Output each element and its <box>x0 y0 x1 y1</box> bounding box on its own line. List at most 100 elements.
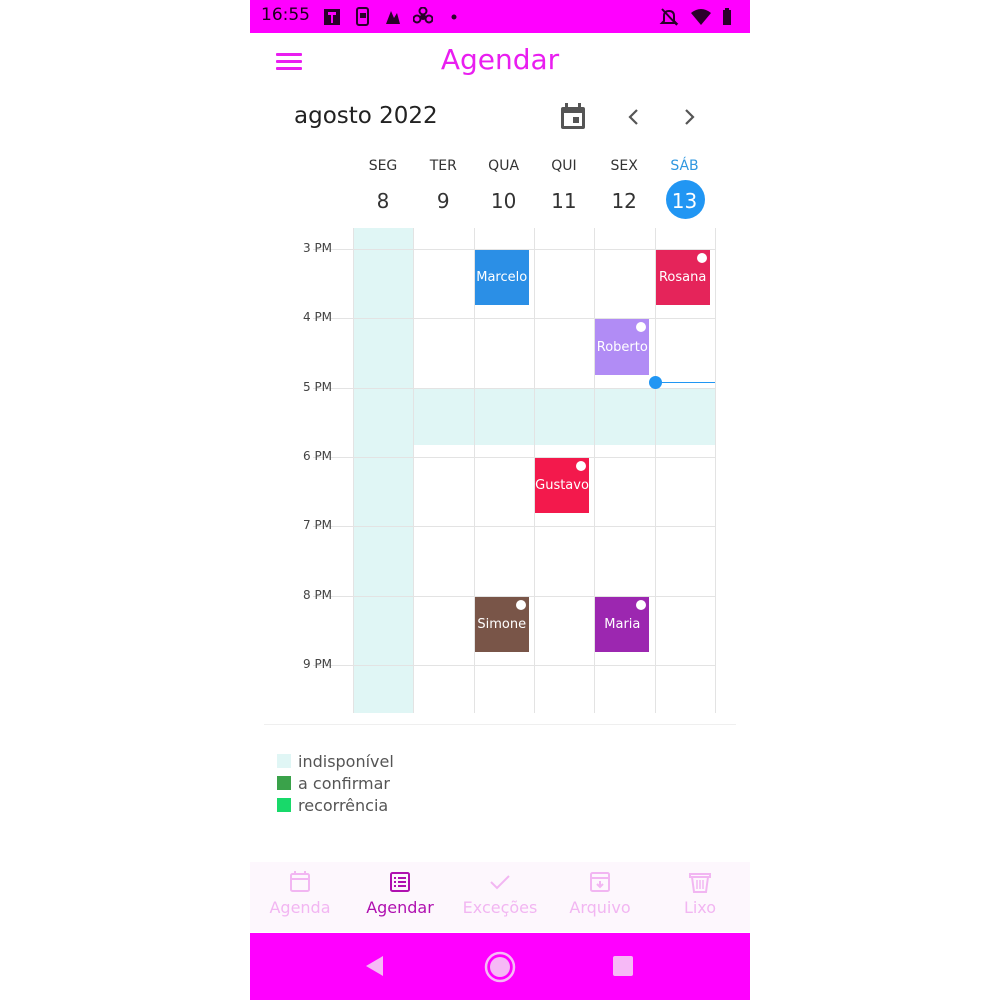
day-name: QUA <box>488 158 520 174</box>
event-label: Roberto <box>596 339 648 355</box>
phone-screen: 16:55 Agendar agosto 2022 SEG 8 TER 9 QU… <box>250 0 750 1000</box>
list-icon <box>350 868 450 896</box>
event-rosana[interactable]: Rosana <box>655 250 710 306</box>
divider <box>264 724 736 725</box>
nav-item-calendar[interactable]: Agenda <box>250 868 350 917</box>
day-number: 10 <box>474 182 534 220</box>
calendar-today-icon <box>561 103 585 129</box>
day-name: TER <box>429 158 457 174</box>
event-status-dot <box>696 253 707 263</box>
day-name: SEG <box>368 158 398 174</box>
nav-label: Lixo <box>683 898 717 917</box>
event-simone[interactable]: Simone <box>474 596 529 652</box>
hour-label: 4 PM <box>303 310 333 325</box>
event-status-dot <box>636 322 647 333</box>
day-header-11[interactable]: QUI 11 <box>534 158 594 220</box>
nav-item-trash[interactable]: Lixo <box>650 868 750 917</box>
event-label: Simone <box>477 616 527 632</box>
day-number-text: 13 <box>671 189 698 213</box>
column-line <box>353 228 354 713</box>
current-time-line <box>655 382 715 383</box>
day-number-text: 8 <box>376 189 390 213</box>
hour-label: 5 PM <box>303 379 333 394</box>
column-line <box>413 228 415 713</box>
nav-item-check[interactable]: Exceções <box>450 868 550 917</box>
check-icon <box>450 868 550 896</box>
day-number: 8 <box>353 182 413 220</box>
hour-label: 6 PM <box>303 448 333 463</box>
event-label: Maria <box>604 616 641 632</box>
recents-square-icon <box>613 956 633 976</box>
bottom-navigation: Agenda Agendar Exceções Arquivo Lixo <box>250 862 750 932</box>
legend-swatch <box>277 776 291 790</box>
nav-label: Agendar <box>366 898 434 917</box>
previous-week-button[interactable] <box>620 103 648 131</box>
chevron-left-icon <box>628 109 638 125</box>
day-number-text: 9 <box>436 189 450 213</box>
event-status-dot <box>515 599 526 610</box>
day-name: SEX <box>610 158 638 174</box>
hour-label: 3 PM <box>303 241 333 255</box>
event-status-dot <box>636 599 647 610</box>
legend-item: a confirmar <box>277 773 390 793</box>
day-header-12[interactable]: SEX 12 <box>594 158 654 220</box>
recents-button[interactable] <box>611 954 635 982</box>
legend-label: a confirmar <box>298 773 390 793</box>
nav-item-archive[interactable]: Arquivo <box>550 868 650 917</box>
notification-icon <box>324 9 340 25</box>
hour-label: 7 PM <box>303 518 333 533</box>
system-navigation-bar <box>250 933 750 1000</box>
archive-icon <box>550 868 650 896</box>
battery-icon <box>723 8 731 25</box>
event-label: Gustavo <box>535 478 589 494</box>
day-name: SÁB <box>670 158 699 174</box>
hour-label: 9 PM <box>303 656 333 671</box>
day-number: 12 <box>594 182 654 220</box>
next-week-button[interactable] <box>675 103 703 131</box>
hour-label: 8 PM <box>303 587 333 602</box>
nav-label: Arquivo <box>569 898 631 917</box>
event-status-dot <box>576 460 587 471</box>
home-button[interactable] <box>484 951 516 987</box>
status-bar: 16:55 <box>250 0 750 33</box>
day-header-8[interactable]: SEG 8 <box>353 158 413 220</box>
app-bar: Agendar <box>250 33 750 89</box>
day-name: QUI <box>551 158 577 174</box>
mute-icon <box>659 8 679 26</box>
event-marcelo[interactable]: Marcelo <box>474 250 529 306</box>
day-header-10[interactable]: QUA 10 <box>474 158 534 220</box>
event-maria[interactable]: Maria <box>595 596 650 652</box>
nav-label: Agenda <box>269 898 331 917</box>
legend-item: indisponível <box>277 751 394 771</box>
event-gustavo[interactable]: Gustavo <box>534 457 590 514</box>
trash-icon <box>650 868 750 896</box>
unavailable-block-monday <box>353 228 414 713</box>
event-roberto[interactable]: Roberto <box>595 319 650 375</box>
month-label: agosto 2022 <box>294 103 438 129</box>
legend-label: indisponível <box>298 751 394 771</box>
page-title: Agendar <box>440 43 560 76</box>
legend-item: recorrência <box>277 795 388 815</box>
event-label: Marcelo <box>476 270 528 286</box>
column-line <box>714 228 716 713</box>
legend-swatch <box>277 754 291 768</box>
status-time: 16:55 <box>261 5 310 25</box>
dot-icon <box>451 14 457 20</box>
day-header-9[interactable]: TER 9 <box>413 158 473 220</box>
day-number-text: 11 <box>551 189 577 213</box>
day-number: 11 <box>534 182 594 220</box>
calendar-picker-button[interactable] <box>556 100 590 134</box>
event-label: Rosana <box>658 270 707 286</box>
nav-label: Exceções <box>462 898 538 917</box>
wifi-icon <box>691 9 711 25</box>
phone-notification-icon <box>356 7 369 26</box>
back-triangle-icon <box>366 956 383 976</box>
back-button[interactable] <box>362 953 388 983</box>
legend-label: recorrência <box>298 795 389 815</box>
current-time-indicator <box>649 376 662 389</box>
day-number-text: 10 <box>490 189 517 213</box>
chevron-right-icon <box>685 109 695 125</box>
day-number: 9 <box>413 182 473 220</box>
day-header-13[interactable]: SÁB 13 <box>655 158 715 220</box>
nav-item-list[interactable]: Agendar <box>350 868 450 917</box>
